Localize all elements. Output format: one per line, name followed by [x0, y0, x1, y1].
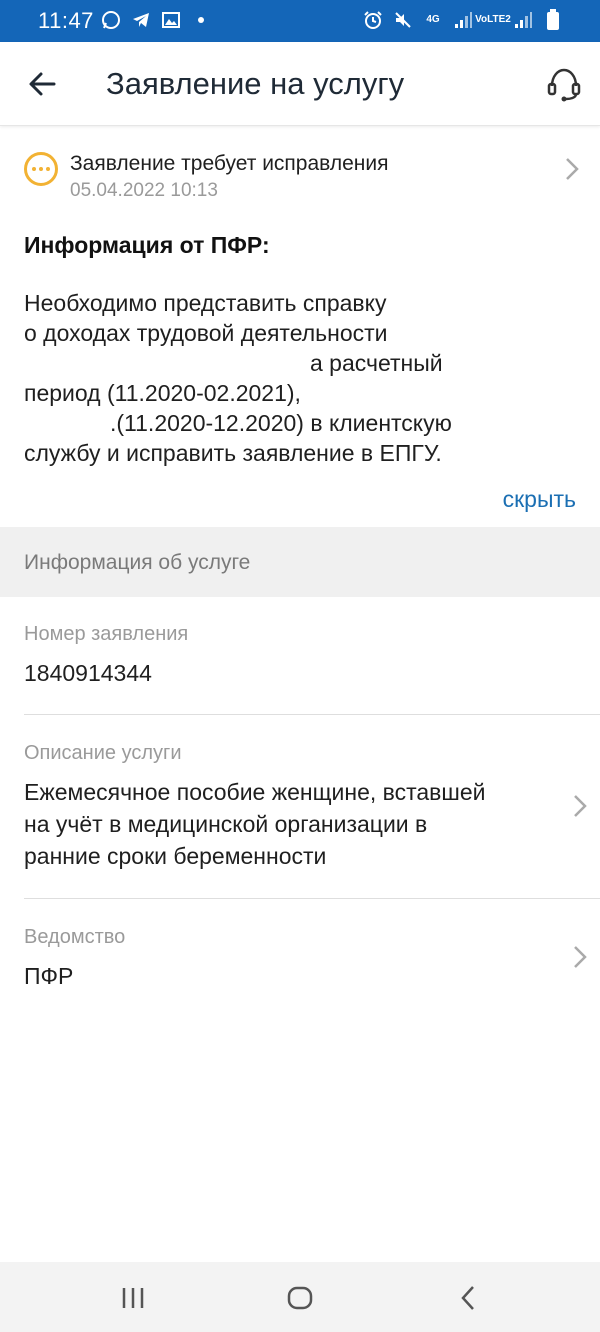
hide-link[interactable]: скрыть — [503, 486, 576, 513]
info-line: .(11.2020-12.2020) в клиентскую — [24, 408, 504, 438]
info-line: период (11.2020-02.2021), — [24, 380, 301, 406]
application-status-row[interactable]: Заявление требует исправления 05.04.2022… — [0, 128, 600, 210]
field-value: 1840914344 — [24, 660, 152, 686]
info-line: а расчетный — [24, 348, 504, 378]
info-line-text: а расчетный — [310, 350, 443, 376]
chevron-left-icon — [461, 1286, 474, 1310]
info-line: о доходах трудовой деятельности — [24, 320, 388, 346]
app-top-bar: Заявление на услугу — [0, 42, 600, 126]
status-title: Заявление требует исправления — [70, 152, 389, 175]
section-header-label: Информация об услуге — [24, 551, 251, 574]
gallery-icon — [160, 9, 182, 31]
status-date: 05.04.2022 10:13 — [70, 180, 218, 201]
info-line: Необходимо представить справку — [24, 290, 387, 316]
telegram-icon — [130, 9, 152, 31]
recent-apps-icon — [122, 1288, 144, 1308]
mute-icon — [392, 9, 414, 31]
info-line: службу и исправить заявление в ЕПГУ. — [24, 440, 442, 466]
network-4g-icon: 4G — [426, 14, 440, 25]
field-value: ПФР — [24, 963, 74, 989]
headset-icon — [547, 68, 581, 102]
department-field[interactable]: Ведомство ПФР — [0, 899, 600, 1009]
signal-2-icon — [512, 9, 534, 31]
chevron-right-icon — [564, 156, 580, 187]
arrow-left-icon — [29, 72, 56, 96]
status-time: 11:47 — [38, 8, 94, 33]
field-label: Описание услуги — [24, 742, 182, 764]
info-heading: Информация от ПФР: — [24, 232, 270, 258]
chevron-right-icon — [572, 944, 588, 975]
page-title: Заявление на услугу — [106, 66, 405, 101]
system-icons: 4G VoLTE2 — [362, 9, 564, 31]
description-line: на учёт в медицинской организации в — [24, 811, 428, 837]
signal-icon — [452, 9, 474, 31]
back-button[interactable] — [22, 64, 62, 104]
chevron-right-icon — [572, 793, 588, 824]
info-message: Необходимо представить справку о доходах… — [24, 288, 504, 468]
battery-icon — [542, 9, 564, 31]
system-navigation-bar — [0, 1262, 600, 1332]
application-number-field: Номер заявления 1840914344 — [0, 597, 600, 715]
description-line: Ежемесячное пособие женщине, вставшей — [24, 779, 486, 805]
volte-icon: VoLTE2 — [475, 14, 511, 25]
whatsapp-icon — [100, 9, 122, 31]
support-button[interactable] — [542, 62, 586, 106]
home-button[interactable] — [280, 1280, 320, 1316]
description-line: ранние сроки беременности — [24, 843, 327, 869]
field-label: Номер заявления — [24, 623, 189, 645]
notification-icons — [100, 9, 204, 31]
alarm-icon — [362, 9, 384, 31]
warning-status-icon — [24, 152, 58, 186]
service-description-field[interactable]: Описание услуги Ежемесячное пособие женщ… — [0, 715, 600, 899]
field-label: Ведомство — [24, 926, 126, 948]
field-value: Ежемесячное пособие женщине, вставшей на… — [24, 776, 486, 872]
service-info-section-header: Информация об услуге — [0, 527, 600, 597]
home-icon — [287, 1286, 313, 1310]
info-line-text: .(11.2020-12.2020) в клиентскую — [110, 410, 452, 436]
system-status-bar: 11:47 4G VoLTE2 — [0, 0, 600, 42]
back-nav-button[interactable] — [448, 1280, 488, 1316]
recent-apps-button[interactable] — [113, 1280, 153, 1316]
more-notifications-dot — [198, 17, 204, 23]
